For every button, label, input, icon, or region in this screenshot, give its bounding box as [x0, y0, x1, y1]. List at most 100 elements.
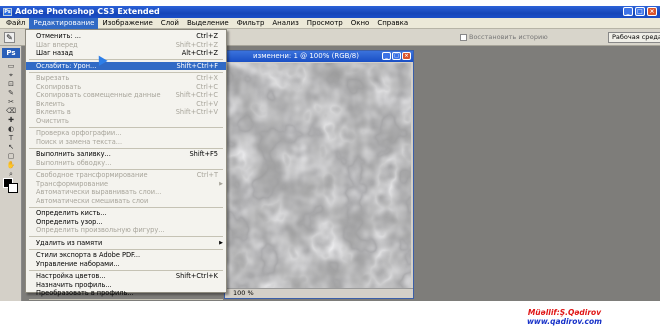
menu-item-label: Скопировать	[36, 82, 82, 91]
menu-image[interactable]: Изображение	[98, 18, 156, 29]
menu-item-label: Выполнить обводку...	[36, 158, 112, 167]
current-tool-icon[interactable]: ✎	[4, 32, 15, 43]
edit-menu-item[interactable]: Назначить профиль...	[26, 281, 226, 290]
edit-menu-item[interactable]: Шаг назад Alt+Ctrl+Z	[26, 49, 226, 58]
submenu-arrow-icon: ▶	[219, 180, 223, 187]
menu-item-label: Проверка орфографии...	[36, 129, 122, 137]
menu-item-shortcut: Alt+Ctrl+Z	[181, 49, 218, 57]
eraser-tool-icon[interactable]: ⌫	[4, 107, 18, 116]
maximize-button[interactable]: □	[635, 7, 645, 16]
menu-item-label: Поиск и замена текста...	[36, 137, 123, 146]
menu-help[interactable]: Справка	[373, 18, 412, 29]
menu-file[interactable]: Файл	[2, 18, 29, 29]
menu-window[interactable]: Окно	[347, 18, 374, 29]
menu-bar: Файл Редактирование Изображение Слой Выд…	[0, 17, 660, 29]
edit-menu-item[interactable]: Преобразовать в профиль...	[26, 289, 226, 298]
edit-menu-item: Вклеить в Shift+Ctrl+V	[26, 108, 226, 117]
menu-edit[interactable]: Редактирование	[29, 17, 99, 29]
watermark-author: Müəllif:Ş.Qədirov	[527, 308, 602, 317]
marquee-tool-icon[interactable]: ▭	[4, 62, 18, 71]
edit-menu-item: Скопировать совмещенные данные Shift+Ctrl…	[26, 91, 226, 100]
menu-item-label: Удалить из памяти	[36, 238, 103, 247]
menu-item-shortcut: Shift+Ctrl+V	[175, 108, 218, 116]
background-color-swatch[interactable]	[8, 183, 18, 193]
watermark-site: www.qadirov.com	[527, 317, 602, 326]
edit-menu-item[interactable]: Управление наборами...	[26, 260, 226, 269]
menu-analysis[interactable]: Анализ	[268, 18, 302, 29]
close-button[interactable]: ×	[647, 7, 657, 16]
menu-item-shortcut: Ctrl+Z	[196, 32, 218, 40]
menu-item-label: Настройка цветов...	[36, 272, 106, 280]
edit-menu-item: Автоматически смешивать слои	[26, 197, 226, 206]
edit-menu-item: Очистить	[26, 117, 226, 126]
menu-layer[interactable]: Слой	[157, 18, 183, 29]
workspace-button[interactable]: Рабочая среда ▼	[608, 32, 660, 43]
minimize-button[interactable]: _	[623, 7, 633, 16]
menu-item-shortcut: Shift+Ctrl+K	[175, 272, 218, 280]
menu-item-shortcut: Shift+Ctrl+F	[176, 61, 218, 70]
edit-menu-item[interactable]: Стили экспорта в Adobe PDF...	[26, 251, 226, 260]
menu-item-label: Вырезать	[36, 74, 70, 82]
edit-menu-item[interactable]: Отменить: ... Ctrl+Z	[26, 32, 226, 41]
edit-menu-item: Скопировать Ctrl+C	[26, 83, 226, 92]
menu-item-label: Скопировать совмещенные данные	[36, 91, 161, 99]
menu-item-label: Преобразовать в профиль...	[36, 289, 134, 297]
submenu-arrow-icon: ▶	[219, 239, 223, 246]
edit-menu-dropdown: Отменить: ... Ctrl+Z Шаг вперед Shift+Ctrl+…	[25, 29, 227, 327]
zoom-level[interactable]: 100 %	[233, 289, 254, 297]
menu-item-shortcut: Ctrl+X	[196, 74, 218, 82]
healing-tool-icon[interactable]: ✚	[4, 116, 18, 125]
menu-item-label: Вклеить	[36, 99, 65, 108]
document-canvas[interactable]	[227, 63, 411, 289]
metal-texture-image	[227, 63, 411, 289]
hand-tool-icon[interactable]: ✋	[4, 161, 18, 170]
menu-item-shortcut: Ctrl+C	[196, 82, 218, 91]
restore-history-option[interactable]: Восстановить историю	[460, 33, 548, 41]
ps-logo: Ps	[2, 48, 20, 58]
workspace-label: Рабочая среда	[612, 33, 660, 41]
doc-close-button[interactable]: ×	[402, 52, 411, 60]
edit-menu-item: Свободное трансформирование Ctrl+T	[26, 171, 226, 180]
edit-menu-item[interactable]: Определить кисть...	[26, 209, 226, 218]
restore-history-checkbox[interactable]	[460, 33, 467, 41]
title-bar: Ps Adobe Photoshop CS3 Extended _ □ ×	[0, 6, 660, 18]
doc-minimize-button[interactable]: _	[382, 52, 391, 60]
menu-item-label: Отменить: ...	[36, 32, 81, 40]
slice-tool-icon[interactable]: ✂	[4, 98, 18, 107]
menu-item-shortcut: Shift+Ctrl+C	[175, 91, 218, 99]
brush-tool-icon[interactable]: ✎	[4, 89, 18, 98]
photoshop-app-icon: Ps	[3, 8, 12, 16]
screen: Ps Adobe Photoshop CS3 Extended _ □ × Фа…	[0, 0, 660, 330]
menu-item-label: Вклеить в	[36, 108, 71, 116]
menu-item-label: Очистить	[36, 116, 69, 125]
dodge-tool-icon[interactable]: ◐	[4, 125, 18, 134]
edit-menu-item[interactable]: Выполнить заливку... Shift+F5	[26, 150, 226, 159]
move-tool-icon[interactable]: ⌖	[4, 71, 18, 80]
edit-menu-item[interactable]: Определить узор...	[26, 218, 226, 227]
edit-menu-item: Вырезать Ctrl+X	[26, 74, 226, 83]
menu-item-label: Автоматически смешивать слои	[36, 196, 149, 205]
crop-tool-icon[interactable]: ⊡	[4, 80, 18, 89]
type-tool-icon[interactable]: T	[4, 134, 18, 143]
edit-menu-item: Поиск и замена текста...	[26, 138, 226, 147]
edit-menu-item[interactable]: Ослабить: Урон... Shift+Ctrl+F	[26, 61, 226, 70]
menu-item-shortcut: Shift+Ctrl+Z	[175, 40, 218, 49]
toolbox: Ps ▭ ⌖ ⊡ ✎ ✂ ⌫ ✚ ◐ T ↖ ▢ ✋ ⌕	[0, 46, 22, 301]
menu-filter[interactable]: Фильтр	[233, 18, 269, 29]
path-select-tool-icon[interactable]: ↖	[4, 143, 18, 152]
edit-menu-item: Проверка орфографии...	[26, 129, 226, 138]
edit-menu-item[interactable]: Удалить из памяти ▶	[26, 239, 226, 248]
menu-select[interactable]: Выделение	[183, 18, 233, 29]
menu-item-label: Назначить профиль...	[36, 280, 112, 289]
menu-item-label: Шаг вперед	[36, 40, 78, 49]
menu-item-label: Свободное трансформирование	[36, 171, 148, 179]
menu-item-label: Автоматически выравнивать слои...	[36, 188, 162, 196]
menu-item-label: Трансформирование	[36, 179, 109, 188]
edit-menu-item: Выполнить обводку...	[26, 159, 226, 168]
menu-item-shortcut: Ctrl+T	[196, 171, 218, 179]
menu-item-label: Управление наборами...	[36, 259, 120, 268]
doc-maximize-button[interactable]: □	[392, 52, 401, 60]
edit-menu-item[interactable]: Настройка цветов... Shift+Ctrl+K	[26, 272, 226, 281]
shape-tool-icon[interactable]: ▢	[4, 152, 18, 161]
menu-view[interactable]: Просмотр	[303, 18, 347, 29]
